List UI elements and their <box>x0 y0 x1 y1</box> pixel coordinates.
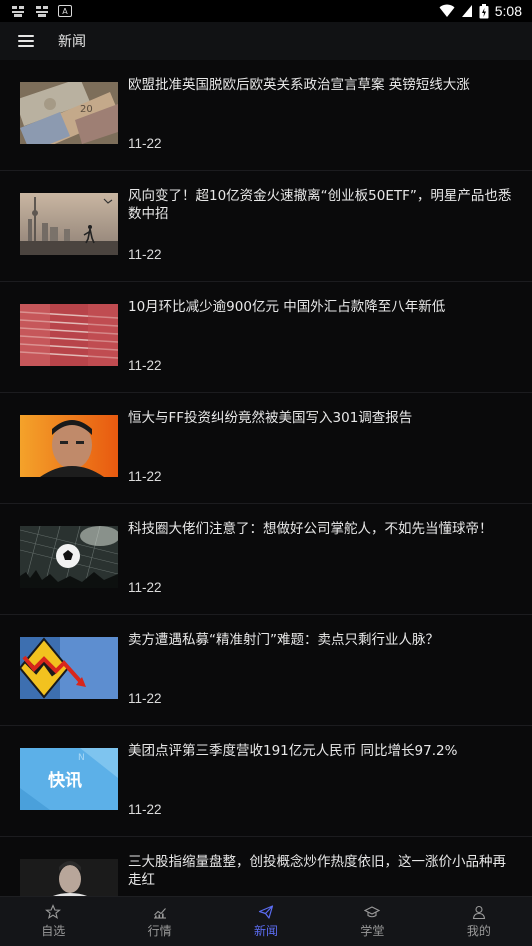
svg-text:20: 20 <box>80 104 93 115</box>
status-bar: A 5:08 <box>0 0 532 22</box>
city-skyline-thumbnail <box>20 193 118 255</box>
battery-icon <box>479 3 489 18</box>
notification-a-icon: A <box>58 5 72 17</box>
tab-mine[interactable]: 我的 <box>426 897 532 946</box>
news-item[interactable]: 科技圈大佬们注意了：想做好公司掌舵人，不如先当懂球帝！ 11-22 <box>0 504 532 615</box>
tab-label: 自选 <box>41 924 66 938</box>
svg-text:N: N <box>78 753 85 763</box>
news-title: 科技圈大佬们注意了：想做好公司掌舵人，不如先当懂球帝！ <box>128 521 493 537</box>
news-title: 恒大与FF投资纠纷竟然被美国写入301调查报告 <box>128 410 413 426</box>
tab-news[interactable]: 新闻 <box>213 897 319 946</box>
tab-label: 新闻 <box>254 924 279 938</box>
news-title: 10月环比减少逾900亿元 中国外汇占款降至八年新低 <box>128 299 446 315</box>
news-date: 11-22 <box>128 802 162 817</box>
chart-icon <box>153 908 166 919</box>
flash-news-thumbnail: N 快讯 <box>20 748 118 810</box>
cellular-signal-icon <box>461 5 472 17</box>
bottom-tab-bar: 自选 行情 新闻 学堂 我的 <box>0 896 532 946</box>
star-icon <box>45 904 62 920</box>
news-item[interactable]: 风向变了！超10亿资金火速撤离“创业板50ETF”，明星产品也悉数中招 11-2… <box>0 171 532 282</box>
news-title: 风向变了！超10亿资金火速撤离“创业板50ETF”，明星产品也悉数中招 <box>128 188 512 222</box>
news-date: 11-22 <box>128 691 162 706</box>
soccer-ball-thumbnail <box>20 526 118 588</box>
graduation-cap-icon <box>364 906 381 918</box>
money-thumbnail: 20 <box>20 82 118 144</box>
rmb-notes-thumbnail <box>20 304 118 366</box>
paper-plane-icon <box>258 905 274 919</box>
tab-market[interactable]: 行情 <box>106 897 212 946</box>
svg-text:快讯: 快讯 <box>48 770 82 791</box>
page-title: 新闻 <box>58 34 86 50</box>
tab-academy[interactable]: 学堂 <box>319 897 425 946</box>
news-item[interactable]: 恒大与FF投资纠纷竟然被美国写入301调查报告 11-22 <box>0 393 532 504</box>
news-list[interactable]: 20 欧盟批准英国脱欧后欧英关系政治宣言草案 英镑短线大涨 11-22 风向变了… <box>0 60 532 896</box>
tab-label: 我的 <box>466 924 491 938</box>
news-item[interactable]: 20 欧盟批准英国脱欧后欧英关系政治宣言草案 英镑短线大涨 11-22 <box>0 60 532 171</box>
menu-icon <box>18 35 34 37</box>
news-item[interactable]: N 快讯 美团点评第三季度营收191亿元人民币 同比增长97.2% 11-22 <box>0 726 532 837</box>
news-item[interactable]: 10月环比减少逾900亿元 中国外汇占款降至八年新低 11-22 <box>0 282 532 393</box>
user-icon <box>472 905 485 920</box>
news-date: 11-22 <box>128 247 162 262</box>
app-notification-icon <box>12 6 24 17</box>
downtrend-sign-thumbnail <box>20 637 118 699</box>
tab-label: 行情 <box>147 924 172 938</box>
menu-button[interactable] <box>18 35 34 47</box>
news-title: 欧盟批准英国脱欧后欧英关系政治宣言草案 英镑短线大涨 <box>128 77 470 93</box>
wifi-icon <box>439 4 455 17</box>
news-item[interactable]: 卖方遭遇私募“精准射门”难题：卖点只剩行业人脉？ 11-22 <box>0 615 532 726</box>
app-bar: 新闻 <box>0 22 532 60</box>
clock: 5:08 <box>494 3 522 19</box>
status-notifications: A <box>10 4 72 18</box>
news-date: 11-22 <box>128 136 162 151</box>
news-title: 卖方遭遇私募“精准射门”难题：卖点只剩行业人脉？ <box>128 632 439 648</box>
news-title: 美团点评第三季度营收191亿元人民币 同比增长97.2% <box>128 743 458 759</box>
news-date: 11-22 <box>128 469 162 484</box>
person-thumbnail <box>20 859 118 896</box>
news-item[interactable]: 三大股指缩量盘整，创投概念炒作热度依旧，这一涨价小品种再走红 <box>0 837 532 896</box>
news-date: 11-22 <box>128 358 162 373</box>
tab-favorites[interactable]: 自选 <box>0 897 106 946</box>
status-system: 5:08 <box>439 0 522 22</box>
news-date: 11-22 <box>128 580 162 595</box>
news-title: 三大股指缩量盘整，创投概念炒作热度依旧，这一涨价小品种再走红 <box>128 854 506 888</box>
tab-label: 学堂 <box>360 924 385 938</box>
app-notification-icon <box>36 6 48 17</box>
portrait-thumbnail <box>20 415 118 477</box>
